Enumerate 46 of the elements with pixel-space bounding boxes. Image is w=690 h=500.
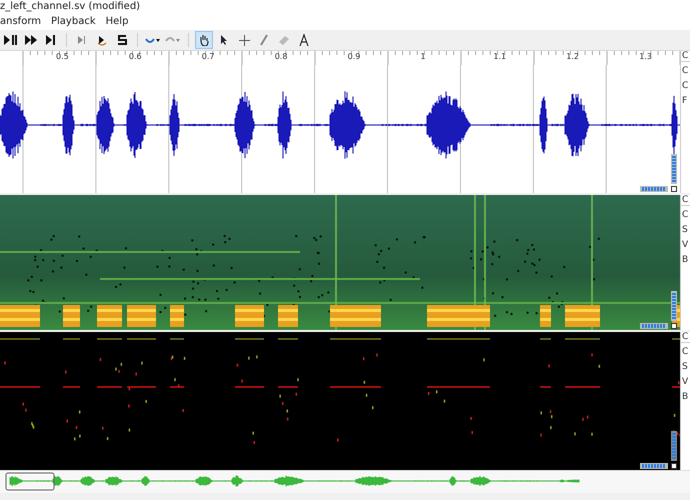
reset-zoom-icon[interactable]: [671, 186, 677, 192]
waveform-pane[interactable]: 0.5 0.6 0.7 0.8 0.9 1 1.1 1.2 1.3: [0, 51, 680, 193]
eraser-icon: [278, 35, 290, 45]
property-tab[interactable]: C: [681, 195, 690, 206]
move-icon: [238, 34, 250, 46]
solo-icon: [117, 35, 127, 45]
menu-item[interactable]: Help: [106, 16, 128, 30]
property-tab[interactable]: C: [681, 51, 690, 62]
property-label: V: [681, 240, 690, 251]
play-selection-icon: [77, 35, 87, 45]
menu-item[interactable]: ansform: [0, 16, 41, 30]
property-label: C: [681, 210, 690, 221]
menu-item[interactable]: Playback: [51, 16, 96, 30]
measure-icon: [299, 34, 309, 46]
tool-button[interactable]: [195, 31, 213, 49]
property-label: S: [681, 225, 689, 236]
arrow-pointer-icon: [220, 34, 228, 46]
property-label: S: [681, 362, 689, 373]
ruler-label: 0.8: [274, 52, 288, 61]
property-label: C: [681, 81, 690, 92]
reset-zoom-icon[interactable]: [671, 323, 677, 329]
property-label: C: [681, 66, 690, 77]
viewport-frame[interactable]: [6, 472, 54, 490]
property-label: B: [681, 255, 690, 266]
skip-end-icon: [46, 35, 56, 45]
spectrogram-drawing[interactable]: [0, 195, 680, 330]
hand-icon: [199, 34, 209, 46]
property-label: C: [681, 347, 690, 358]
loop-icon: [97, 34, 107, 46]
ruler-label: 0.7: [202, 52, 215, 61]
ruler-label: 0.6: [128, 52, 142, 61]
ruler-label: 1.3: [639, 52, 652, 61]
property-label: F: [681, 96, 688, 107]
property-label: B: [681, 392, 690, 403]
ruler-label: 1.2: [566, 52, 580, 61]
window-title: z_left_channel.sv (modified): [0, 0, 690, 15]
pencil-icon: [260, 34, 268, 46]
ruler-label: 1.1: [493, 52, 506, 61]
fast-forward-icon: [25, 35, 37, 45]
ruler-label: 0.9: [348, 52, 360, 61]
ruler-label: 1: [420, 52, 426, 61]
reset-zoom-icon[interactable]: [671, 463, 677, 469]
play-pause-icon: [4, 35, 18, 45]
property-tab[interactable]: C: [681, 332, 690, 343]
property-label: V: [681, 377, 690, 388]
ruler-label: 0.5: [56, 52, 69, 61]
